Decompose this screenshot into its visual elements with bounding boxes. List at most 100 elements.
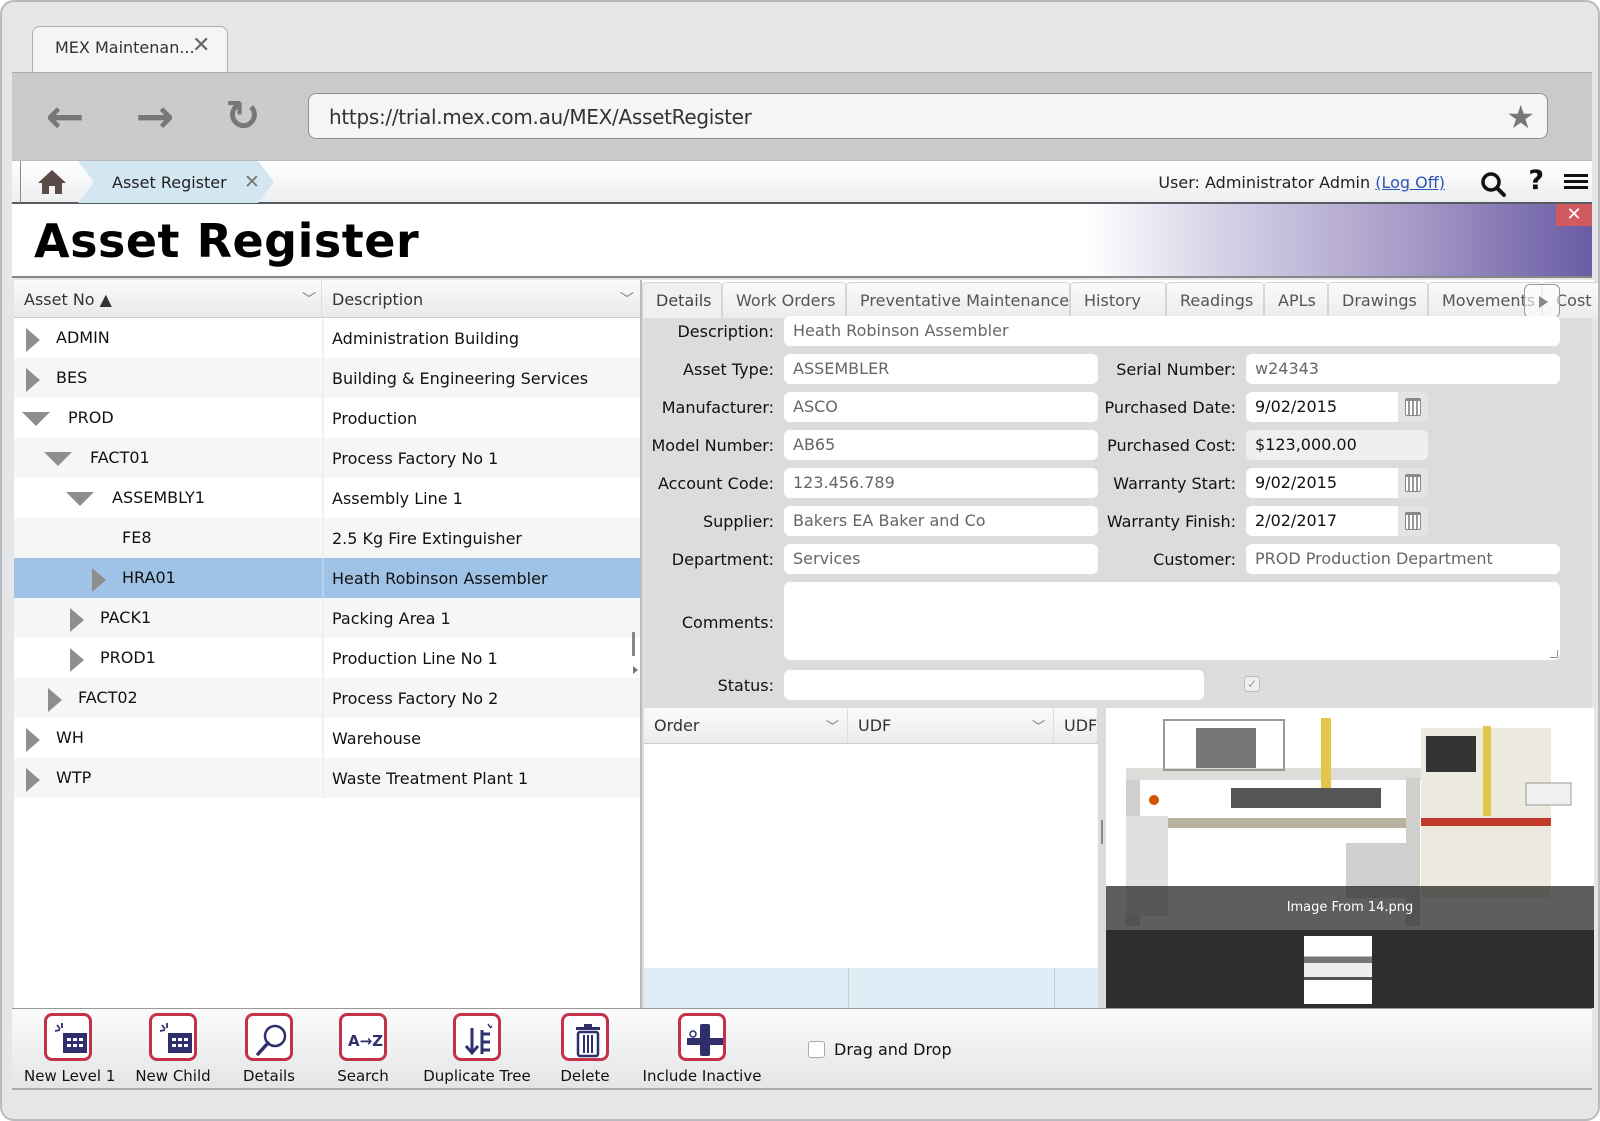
chevron-down-icon[interactable]: ﹀ (1032, 716, 1045, 735)
duplicate-tree-button[interactable]: Duplicate Tree (422, 1013, 532, 1085)
tree-row[interactable]: FE8 2.5 Kg Fire Extinguisher (14, 518, 642, 558)
drag-and-drop-checkbox[interactable] (808, 1041, 825, 1058)
tree-row[interactable]: WH Warehouse (14, 718, 642, 758)
warranty-start-field[interactable]: 9/02/2015 (1246, 468, 1398, 498)
forward-arrow-icon[interactable]: → (130, 91, 180, 141)
tree-row[interactable]: FACT01 Process Factory No 1 (14, 438, 642, 478)
expand-caret-right-icon[interactable] (26, 728, 40, 752)
model-number-label: Model Number: (651, 436, 774, 455)
status-checkbox[interactable]: ✓ (1244, 676, 1260, 692)
purchased-cost-field[interactable]: $123,000.00 (1246, 430, 1428, 460)
help-icon[interactable]: ? (1528, 165, 1544, 196)
column-header-label: Description (332, 290, 424, 309)
tab-preventative-maintenance[interactable]: Preventative Maintenance (846, 282, 1070, 318)
udf-column-value[interactable]: UDF V (1054, 708, 1098, 744)
tree-row[interactable]: WTP Waste Treatment Plant 1 (14, 758, 642, 798)
tree-row[interactable]: PROD Production (14, 398, 642, 438)
serial-number-field[interactable]: w24343 (1246, 354, 1560, 384)
tab-history[interactable]: History (1070, 282, 1166, 318)
panel-splitter[interactable] (1101, 820, 1103, 844)
supplier-field[interactable]: Bakers EA Baker and Co (784, 506, 1098, 536)
department-field[interactable]: Services (784, 544, 1098, 574)
model-number-field[interactable]: AB65 (784, 430, 1098, 460)
tab-work-orders[interactable]: Work Orders (722, 282, 846, 318)
close-breadcrumb-icon[interactable]: ✕ (244, 171, 260, 193)
address-bar[interactable]: https://trial.mex.com.au/MEX/AssetRegist… (308, 93, 1548, 139)
details-button[interactable]: Details (234, 1013, 304, 1085)
expand-caret-right-icon[interactable] (26, 768, 40, 792)
expand-caret-right-icon[interactable] (70, 608, 84, 632)
asset-description: Waste Treatment Plant 1 (332, 769, 529, 788)
chevron-down-icon[interactable]: ﹀ (302, 289, 316, 309)
chevron-down-icon[interactable]: ﹀ (826, 716, 839, 735)
expand-caret-right-icon[interactable] (26, 328, 40, 352)
include-inactive-button[interactable]: Include Inactive (640, 1013, 764, 1085)
tab-readings[interactable]: Readings (1166, 282, 1264, 318)
warranty-finish-picker[interactable] (1398, 506, 1428, 536)
department-label: Department: (671, 550, 774, 569)
column-divider (322, 758, 324, 798)
purchased-date-field[interactable]: 9/02/2015 (1246, 392, 1398, 422)
bookmark-star-icon[interactable]: ★ (1506, 98, 1535, 136)
tree-row[interactable]: PROD1 Production Line No 1 (14, 638, 642, 678)
column-divider (322, 438, 324, 478)
back-arrow-icon[interactable]: ← (40, 91, 90, 141)
purchased-date-picker[interactable] (1398, 392, 1428, 422)
search-button[interactable]: A→Z Search (328, 1013, 398, 1085)
asset-type-field[interactable]: ASSEMBLER (784, 354, 1098, 384)
asset-no: FACT01 (90, 448, 150, 467)
tab-apls[interactable]: APLs (1264, 282, 1328, 318)
tree-row[interactable]: BES Building & Engineering Services (14, 358, 642, 398)
tree-row[interactable]: ASSEMBLY1 Assembly Line 1 (14, 478, 642, 518)
close-page-icon[interactable]: ✕ (1556, 204, 1592, 226)
chevron-down-icon[interactable]: ﹀ (620, 289, 634, 309)
a-to-z-icon: A→Z (339, 1013, 387, 1061)
tab-scroll-right-icon[interactable] (1524, 284, 1560, 318)
tree-row[interactable]: PACK1 Packing Area 1 (14, 598, 642, 638)
tree-row[interactable]: FACT02 Process Factory No 2 (14, 678, 642, 718)
image-thumbnail[interactable] (1304, 936, 1372, 1004)
expand-caret-right-icon[interactable] (92, 568, 106, 592)
tree-row[interactable]: ADMIN Administration Building (14, 318, 642, 358)
panel-splitter[interactable] (632, 632, 635, 656)
tab-details[interactable]: Details (642, 282, 722, 318)
expand-caret-down-icon[interactable] (22, 412, 50, 426)
column-header-asset-no[interactable]: Asset No ▲ ﹀ (14, 280, 322, 318)
udf-column-udf[interactable]: UDF ﹀ (848, 708, 1054, 744)
expand-caret-right-icon[interactable] (26, 368, 40, 392)
home-button[interactable] (20, 161, 76, 203)
action-toolbar: New Level 1 New Child Details A→Z Search… (12, 1008, 1592, 1090)
warranty-start-picker[interactable] (1398, 468, 1428, 498)
asset-no: BES (56, 368, 88, 387)
action-label: New Child (135, 1067, 211, 1085)
url-text[interactable]: https://trial.mex.com.au/MEX/AssetRegist… (329, 105, 752, 129)
udf-column-order[interactable]: Order ﹀ (644, 708, 848, 744)
reload-icon[interactable]: ↻ (218, 91, 268, 141)
tree-row[interactable]: HRA01 Heath Robinson Assembler (14, 558, 642, 598)
search-icon[interactable] (1480, 171, 1506, 197)
resize-grip-icon[interactable] (1550, 650, 1558, 658)
column-divider (322, 398, 324, 438)
description-field[interactable]: Heath Robinson Assembler (784, 316, 1560, 346)
expand-caret-right-icon[interactable] (48, 688, 62, 712)
expand-caret-right-icon[interactable] (70, 648, 84, 672)
column-header-description[interactable]: Description ﹀ (322, 280, 642, 318)
customer-field[interactable]: PROD Production Department (1246, 544, 1560, 574)
tab-drawings[interactable]: Drawings (1328, 282, 1428, 318)
expand-caret-down-icon[interactable] (44, 452, 72, 466)
action-label: Delete (560, 1067, 610, 1085)
new-level-1-button[interactable]: New Level 1 (24, 1013, 115, 1085)
splitter-arrow-icon[interactable] (633, 666, 638, 674)
warranty-finish-field[interactable]: 2/02/2017 (1246, 506, 1398, 536)
close-tab-icon[interactable]: ✕ (192, 33, 210, 58)
comments-textarea[interactable] (784, 582, 1560, 660)
log-off-link[interactable]: (Log Off) (1375, 173, 1445, 192)
status-field[interactable] (784, 670, 1204, 700)
breadcrumb-label[interactable]: Asset Register (112, 173, 227, 192)
menu-icon[interactable] (1564, 173, 1588, 191)
account-code-field[interactable]: 123.456.789 (784, 468, 1098, 498)
delete-button[interactable]: Delete (550, 1013, 620, 1085)
new-child-button[interactable]: New Child (126, 1013, 220, 1085)
manufacturer-field[interactable]: ASCO (784, 392, 1098, 422)
expand-caret-down-icon[interactable] (66, 492, 94, 506)
